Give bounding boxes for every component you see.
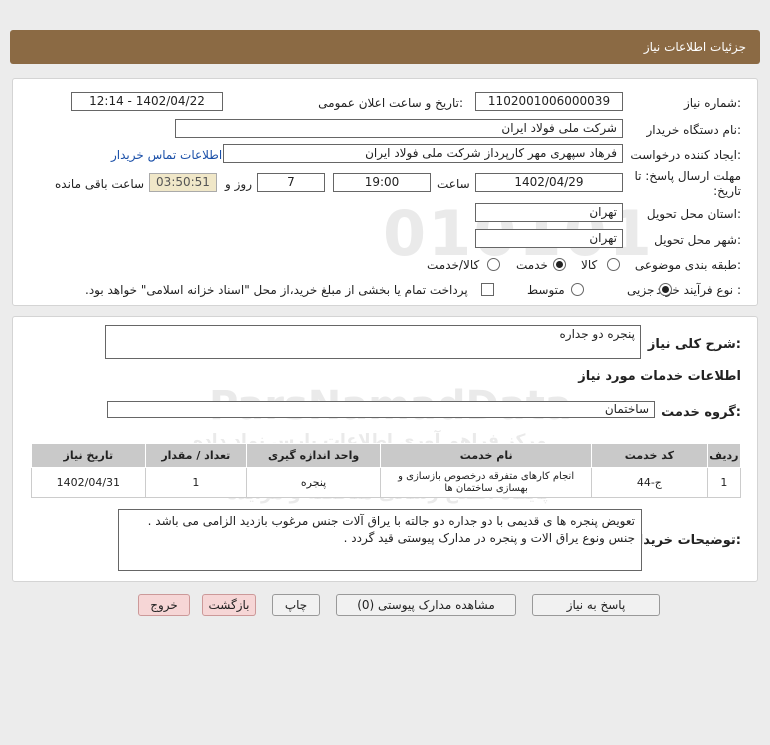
category-option-service: خدمت	[516, 258, 548, 272]
announce-label: تاریخ و ساعت اعلان عمومی:	[318, 96, 463, 110]
creator-field: فرهاد سپهری مهر کارپرداز شرکت ملی فولاد …	[223, 144, 623, 163]
city-field: تهران	[475, 229, 623, 248]
service-group-field: ساختمان	[107, 401, 655, 418]
treasury-payment-checkbox[interactable]	[481, 283, 494, 296]
column-header-unit: واحد اندازه گیری	[245, 443, 382, 468]
creator-label: ایجاد کننده درخواست:	[630, 148, 741, 162]
summary-field: پنجره دو جداره	[105, 325, 641, 359]
category-option-goods: کالا	[581, 258, 598, 272]
process-option-minor: جزیی	[627, 283, 655, 297]
view-attachments-button[interactable]: مشاهده مدارک پیوستی (0)	[336, 594, 516, 616]
column-header-service-name: نام خدمت	[380, 443, 593, 468]
cell-service-name: انجام کارهای متفرقه درخصوص بازسازی و بهس…	[380, 467, 593, 498]
table-row: 1 ج-44 انجام کارهای متفرقه درخصوص بازساز…	[31, 467, 742, 498]
service-group-label: گروه خدمت:	[661, 405, 741, 420]
cell-unit: پنجره	[245, 467, 382, 498]
column-header-need-date: تاریخ نیاز	[31, 443, 146, 468]
time-label: ساعت	[437, 177, 470, 191]
buyer-notes-field: تعویض پنجره ها ی قدیمی با دو جداره دو جا…	[118, 509, 642, 571]
need-info-panel: 010101 شماره نیاز: 1102001006000039 تاری…	[12, 78, 758, 306]
buyer-notes-label: توضیحات خریدار:	[631, 533, 741, 548]
category-option-goods-service: کالا/خدمت	[427, 258, 480, 272]
cell-quantity: 1	[144, 467, 247, 498]
deadline-label: مهلت ارسال پاسخ: تا تاریخ:	[634, 169, 741, 198]
remaining-time-field: 03:50:51	[149, 173, 217, 192]
category-radio-goods[interactable]	[607, 258, 620, 271]
process-option-medium: متوسط	[527, 283, 565, 297]
process-radio-minor[interactable]	[659, 283, 672, 296]
days-field: 7	[257, 173, 325, 192]
cell-row-number: 1	[706, 467, 742, 498]
announce-field: 1402/04/22 - 12:14	[71, 92, 223, 111]
column-header-quantity: تعداد / مقدار	[144, 443, 247, 468]
respond-button[interactable]: پاسخ به نیاز	[532, 594, 660, 616]
cell-service-code: ج-44	[591, 467, 708, 498]
page-header: جزئیات اطلاعات نیاز	[10, 30, 760, 64]
process-radio-medium[interactable]	[571, 283, 584, 296]
buyer-contact-link[interactable]: اطلاعات تماس خریدار	[111, 148, 222, 162]
need-number-field: 1102001006000039	[475, 92, 623, 111]
services-heading: اطلاعات خدمات مورد نیاز	[578, 369, 741, 384]
need-details-panel: ParsNamadData مرکز فراهم آوری اطلاعات پا…	[12, 316, 758, 582]
province-field: تهران	[475, 203, 623, 222]
remaining-label: ساعت باقی مانده	[55, 177, 145, 191]
back-button[interactable]: بازگشت	[202, 594, 256, 616]
days-label: روز و	[225, 177, 252, 191]
treasury-payment-note: پرداخت تمام یا بخشی از مبلغ خرید،از محل …	[85, 283, 468, 297]
deadline-date-field: 1402/04/29	[475, 173, 623, 192]
need-number-label: شماره نیاز:	[683, 96, 741, 110]
page-title: جزئیات اطلاعات نیاز	[643, 40, 746, 54]
cell-need-date: 1402/04/31	[31, 467, 146, 498]
summary-label: شرح کلی نیاز:	[647, 337, 741, 352]
services-table: ردیف کد خدمت نام خدمت واحد اندازه گیری ت…	[31, 443, 742, 498]
province-label: استان محل تحویل:	[646, 207, 741, 221]
print-button[interactable]: چاپ	[272, 594, 320, 616]
city-label: شهر محل تحویل:	[654, 233, 741, 247]
table-header-row: ردیف کد خدمت نام خدمت واحد اندازه گیری ت…	[31, 443, 742, 468]
category-radio-goods-service[interactable]	[487, 258, 500, 271]
category-radio-service[interactable]	[553, 258, 566, 271]
exit-button[interactable]: خروج	[138, 594, 190, 616]
buyer-org-field: شرکت ملی فولاد ایران	[175, 119, 623, 138]
deadline-time-field: 19:00	[333, 173, 431, 192]
buyer-org-label: نام دستگاه خریدار:	[646, 123, 742, 137]
column-header-row-number: ردیف	[706, 443, 742, 468]
category-label: طبقه بندی موضوعی:	[634, 258, 741, 272]
column-header-service-code: کد خدمت	[591, 443, 708, 468]
